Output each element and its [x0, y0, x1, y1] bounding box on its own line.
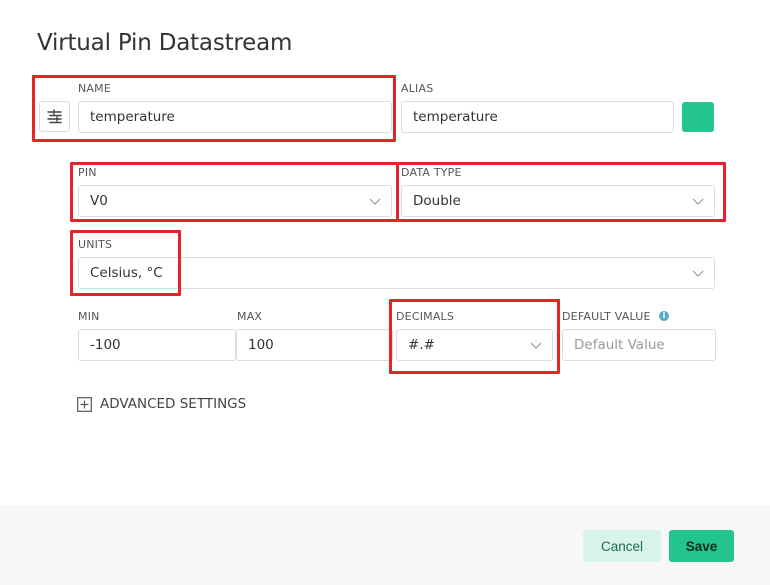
advanced-settings-label: ADVANCED SETTINGS [100, 396, 247, 412]
default-value-input[interactable]: Default Value [562, 329, 716, 361]
highlight-units [70, 230, 181, 296]
alias-input[interactable]: temperature [401, 101, 674, 133]
alias-value: temperature [413, 109, 498, 125]
cancel-button[interactable]: Cancel [583, 530, 661, 562]
plus-square-icon [77, 396, 92, 412]
highlight-data-type [396, 162, 726, 222]
min-input[interactable]: -100 [78, 329, 236, 361]
advanced-settings-toggle[interactable]: ADVANCED SETTINGS [77, 395, 247, 413]
max-value: 100 [248, 337, 274, 353]
highlight-name [32, 75, 396, 142]
highlight-pin [70, 162, 399, 222]
max-input[interactable]: 100 [236, 329, 393, 361]
max-label: MAX [237, 310, 263, 323]
color-swatch-button[interactable] [682, 102, 714, 132]
min-label: MIN [78, 310, 100, 323]
min-value: -100 [90, 337, 121, 353]
default-value-label: DEFAULT VALUE [562, 310, 651, 323]
default-value-placeholder: Default Value [574, 337, 665, 353]
chevron-down-icon [692, 268, 704, 278]
alias-label: ALIAS [401, 82, 434, 95]
save-button[interactable]: Save [669, 530, 734, 562]
info-icon[interactable]: i [659, 311, 669, 321]
highlight-decimals [389, 299, 560, 374]
dialog-title: Virtual Pin Datastream [37, 30, 293, 56]
